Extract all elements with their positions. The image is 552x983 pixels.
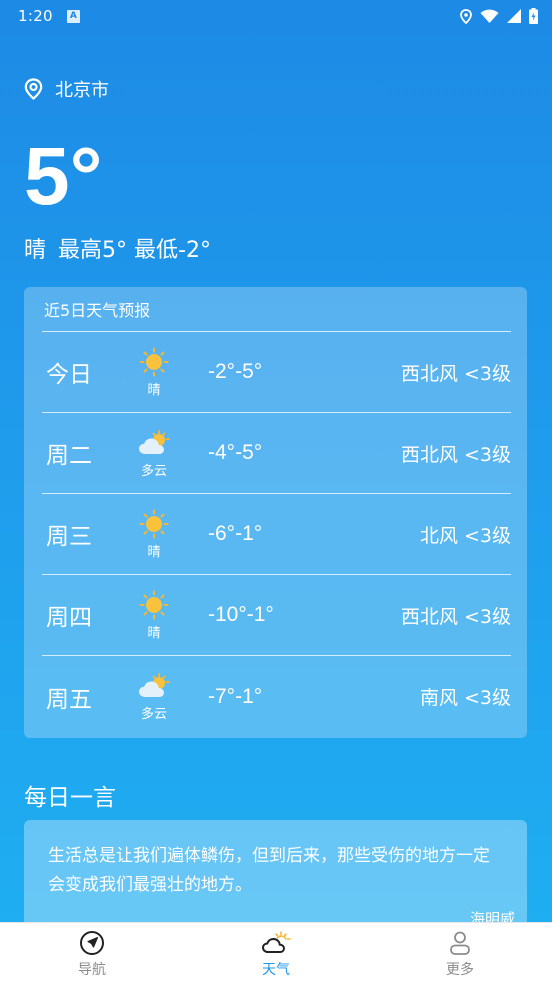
- cloud-sun-icon: [139, 673, 170, 697]
- forecast-condition: 晴: [147, 625, 161, 641]
- nav-label: 导航: [78, 961, 106, 978]
- current-condition: 晴: [24, 238, 47, 263]
- forecast-day: 周三: [46, 524, 92, 550]
- forecast-weather: 多云: [122, 671, 186, 722]
- nav-item-navigation[interactable]: 导航: [0, 923, 184, 983]
- forecast-condition: 多云: [140, 707, 167, 722]
- battery-icon: [529, 8, 538, 24]
- forecast-row: 周三 晴 -6°-1° 北风 <3级: [42, 494, 511, 575]
- forecast-weather: 晴: [122, 509, 186, 560]
- forecast-condition: 晴: [147, 544, 161, 560]
- forecast-weather: 多云: [122, 428, 186, 479]
- forecast-wind: 西北风 <3级: [400, 605, 511, 628]
- forecast-weather: 晴: [122, 590, 186, 641]
- location-icon: [460, 8, 472, 24]
- quote-heading: 每日一言: [24, 785, 116, 811]
- status-time: 1:20: [18, 7, 53, 25]
- text-a-icon: A: [66, 9, 80, 23]
- signal-icon: [507, 9, 521, 23]
- forecast-day: 周四: [46, 605, 92, 631]
- person-icon: [450, 931, 470, 955]
- forecast-condition: 晴: [147, 382, 161, 398]
- nav-item-weather[interactable]: 天气: [184, 923, 368, 983]
- forecast-row: 周五 多云 -7°-1° 南风 <3级: [42, 656, 511, 737]
- cloud-sun-icon: [139, 429, 170, 454]
- forecast-wind: 西北风 <3级: [400, 362, 511, 385]
- forecast-wind: 西北风 <3级: [400, 443, 511, 466]
- current-temperature: 5°: [24, 131, 103, 222]
- location[interactable]: 北京市: [24, 76, 109, 102]
- forecast-range: -4°-5°: [208, 441, 263, 464]
- navigation-arrow-icon: [80, 930, 104, 955]
- weather-cloud-sun-icon: [261, 930, 291, 953]
- forecast-weather: 晴: [122, 347, 186, 398]
- forecast-title: 近5日天气预报: [42, 287, 511, 332]
- forecast-range: -10°-1°: [208, 603, 274, 626]
- forecast-wind: 北风 <3级: [419, 524, 511, 547]
- forecast-card: 近5日天气预报 今日 晴 -2°-5° 西北风 <3级 周二 多云 -4°-5°…: [24, 287, 527, 738]
- status-left: 1:20 A: [18, 7, 80, 25]
- forecast-row: 今日 晴 -2°-5° 西北风 <3级: [42, 332, 511, 413]
- forecast-range: -7°-1°: [208, 684, 263, 708]
- status-icons: [460, 8, 538, 24]
- forecast-day: 周二: [46, 443, 92, 469]
- forecast-wind: 南风 <3级: [419, 687, 511, 709]
- status-bar: 1:20 A: [0, 0, 552, 32]
- bottom-nav: 导航 天气 更多: [0, 922, 552, 983]
- current-high-low: 最高5° 最低-2°: [58, 238, 211, 263]
- sun-icon: [139, 590, 169, 619]
- wifi-icon: [480, 9, 499, 23]
- forecast-day: 周五: [46, 686, 92, 713]
- forecast-range: -6°-1°: [208, 522, 263, 545]
- forecast-range: -2°-5°: [208, 360, 263, 383]
- forecast-condition: 多云: [140, 463, 167, 479]
- forecast-row: 周四 晴 -10°-1° 西北风 <3级: [42, 575, 511, 656]
- forecast-row: 周二 多云 -4°-5° 西北风 <3级: [42, 413, 511, 494]
- location-pin-icon: [24, 78, 43, 100]
- nav-item-more[interactable]: 更多: [368, 923, 552, 983]
- city-name: 北京市: [55, 80, 109, 101]
- quote-text: 生活总是让我们遍体鳞伤，但到后来，那些受伤的地方一定会变成我们最强壮的地方。: [48, 846, 490, 895]
- nav-label: 更多: [446, 961, 474, 978]
- sun-icon: [139, 347, 169, 376]
- forecast-day: 今日: [46, 362, 92, 388]
- nav-label: 天气: [262, 961, 290, 978]
- sun-icon: [139, 509, 169, 538]
- current-summary: 晴 最高5° 最低-2°: [24, 232, 211, 264]
